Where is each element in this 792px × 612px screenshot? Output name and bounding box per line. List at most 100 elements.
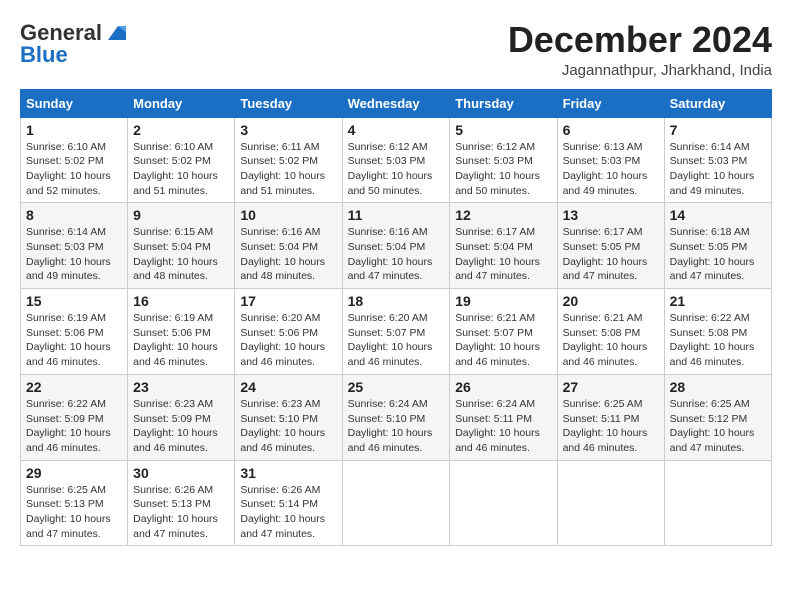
day-number: 17 [240,293,336,309]
day-number: 30 [133,465,229,481]
day-cell: 5 Sunrise: 6:12 AM Sunset: 5:03 PM Dayli… [450,117,557,203]
day-info: Sunrise: 6:14 AM Sunset: 5:03 PM Dayligh… [26,225,122,284]
week-row-3: 15 Sunrise: 6:19 AM Sunset: 5:06 PM Dayl… [21,289,772,375]
header-sunday: Sunday [21,89,128,117]
day-cell: 25 Sunrise: 6:24 AM Sunset: 5:10 PM Dayl… [342,374,450,460]
day-cell [450,460,557,546]
page-header: General Blue December 2024 Jagannathpur,… [20,20,772,79]
day-cell: 21 Sunrise: 6:22 AM Sunset: 5:08 PM Dayl… [664,289,771,375]
header-tuesday: Tuesday [235,89,342,117]
day-info: Sunrise: 6:22 AM Sunset: 5:09 PM Dayligh… [26,397,122,456]
day-cell: 16 Sunrise: 6:19 AM Sunset: 5:06 PM Dayl… [128,289,235,375]
month-title: December 2024 [508,20,772,60]
day-cell: 20 Sunrise: 6:21 AM Sunset: 5:08 PM Dayl… [557,289,664,375]
day-number: 9 [133,207,229,223]
day-cell: 28 Sunrise: 6:25 AM Sunset: 5:12 PM Dayl… [664,374,771,460]
day-number: 3 [240,122,336,138]
day-cell: 24 Sunrise: 6:23 AM Sunset: 5:10 PM Dayl… [235,374,342,460]
day-info: Sunrise: 6:26 AM Sunset: 5:14 PM Dayligh… [240,483,336,542]
day-number: 22 [26,379,122,395]
day-info: Sunrise: 6:22 AM Sunset: 5:08 PM Dayligh… [670,311,766,370]
day-info: Sunrise: 6:15 AM Sunset: 5:04 PM Dayligh… [133,225,229,284]
day-info: Sunrise: 6:16 AM Sunset: 5:04 PM Dayligh… [240,225,336,284]
day-number: 15 [26,293,122,309]
day-number: 24 [240,379,336,395]
day-cell: 30 Sunrise: 6:26 AM Sunset: 5:13 PM Dayl… [128,460,235,546]
logo: General Blue [20,20,126,68]
day-cell: 10 Sunrise: 6:16 AM Sunset: 5:04 PM Dayl… [235,203,342,289]
day-info: Sunrise: 6:12 AM Sunset: 5:03 PM Dayligh… [455,140,551,199]
day-number: 1 [26,122,122,138]
day-info: Sunrise: 6:10 AM Sunset: 5:02 PM Dayligh… [26,140,122,199]
day-cell: 12 Sunrise: 6:17 AM Sunset: 5:04 PM Dayl… [450,203,557,289]
day-info: Sunrise: 6:20 AM Sunset: 5:07 PM Dayligh… [348,311,445,370]
day-number: 18 [348,293,445,309]
calendar-table: SundayMondayTuesdayWednesdayThursdayFrid… [20,89,772,547]
day-number: 23 [133,379,229,395]
location: Jagannathpur, Jharkhand, India [508,62,772,79]
day-info: Sunrise: 6:20 AM Sunset: 5:06 PM Dayligh… [240,311,336,370]
day-number: 11 [348,207,445,223]
day-info: Sunrise: 6:14 AM Sunset: 5:03 PM Dayligh… [670,140,766,199]
day-number: 2 [133,122,229,138]
week-row-4: 22 Sunrise: 6:22 AM Sunset: 5:09 PM Dayl… [21,374,772,460]
day-cell [342,460,450,546]
day-info: Sunrise: 6:17 AM Sunset: 5:05 PM Dayligh… [563,225,659,284]
header-thursday: Thursday [450,89,557,117]
day-cell: 27 Sunrise: 6:25 AM Sunset: 5:11 PM Dayl… [557,374,664,460]
logo-blue: Blue [20,42,68,68]
day-cell [664,460,771,546]
day-number: 31 [240,465,336,481]
day-info: Sunrise: 6:12 AM Sunset: 5:03 PM Dayligh… [348,140,445,199]
title-block: December 2024 Jagannathpur, Jharkhand, I… [508,20,772,79]
day-number: 13 [563,207,659,223]
day-cell: 3 Sunrise: 6:11 AM Sunset: 5:02 PM Dayli… [235,117,342,203]
header-friday: Friday [557,89,664,117]
day-info: Sunrise: 6:11 AM Sunset: 5:02 PM Dayligh… [240,140,336,199]
day-number: 6 [563,122,659,138]
header-wednesday: Wednesday [342,89,450,117]
day-info: Sunrise: 6:26 AM Sunset: 5:13 PM Dayligh… [133,483,229,542]
day-number: 21 [670,293,766,309]
day-cell: 22 Sunrise: 6:22 AM Sunset: 5:09 PM Dayl… [21,374,128,460]
day-info: Sunrise: 6:17 AM Sunset: 5:04 PM Dayligh… [455,225,551,284]
day-info: Sunrise: 6:13 AM Sunset: 5:03 PM Dayligh… [563,140,659,199]
day-number: 29 [26,465,122,481]
day-info: Sunrise: 6:25 AM Sunset: 5:13 PM Dayligh… [26,483,122,542]
week-row-5: 29 Sunrise: 6:25 AM Sunset: 5:13 PM Dayl… [21,460,772,546]
day-cell: 4 Sunrise: 6:12 AM Sunset: 5:03 PM Dayli… [342,117,450,203]
day-cell: 17 Sunrise: 6:20 AM Sunset: 5:06 PM Dayl… [235,289,342,375]
calendar-header-row: SundayMondayTuesdayWednesdayThursdayFrid… [21,89,772,117]
day-info: Sunrise: 6:21 AM Sunset: 5:07 PM Dayligh… [455,311,551,370]
day-cell: 15 Sunrise: 6:19 AM Sunset: 5:06 PM Dayl… [21,289,128,375]
day-cell: 2 Sunrise: 6:10 AM Sunset: 5:02 PM Dayli… [128,117,235,203]
day-cell: 29 Sunrise: 6:25 AM Sunset: 5:13 PM Dayl… [21,460,128,546]
day-number: 4 [348,122,445,138]
day-cell: 18 Sunrise: 6:20 AM Sunset: 5:07 PM Dayl… [342,289,450,375]
day-cell: 19 Sunrise: 6:21 AM Sunset: 5:07 PM Dayl… [450,289,557,375]
day-number: 14 [670,207,766,223]
day-cell: 9 Sunrise: 6:15 AM Sunset: 5:04 PM Dayli… [128,203,235,289]
header-saturday: Saturday [664,89,771,117]
day-cell: 8 Sunrise: 6:14 AM Sunset: 5:03 PM Dayli… [21,203,128,289]
day-cell: 1 Sunrise: 6:10 AM Sunset: 5:02 PM Dayli… [21,117,128,203]
day-info: Sunrise: 6:24 AM Sunset: 5:11 PM Dayligh… [455,397,551,456]
day-number: 12 [455,207,551,223]
day-number: 27 [563,379,659,395]
day-cell: 13 Sunrise: 6:17 AM Sunset: 5:05 PM Dayl… [557,203,664,289]
day-number: 10 [240,207,336,223]
day-cell [557,460,664,546]
day-number: 28 [670,379,766,395]
day-cell: 6 Sunrise: 6:13 AM Sunset: 5:03 PM Dayli… [557,117,664,203]
logo-icon [104,22,126,44]
day-info: Sunrise: 6:18 AM Sunset: 5:05 PM Dayligh… [670,225,766,284]
day-info: Sunrise: 6:24 AM Sunset: 5:10 PM Dayligh… [348,397,445,456]
day-number: 25 [348,379,445,395]
day-info: Sunrise: 6:19 AM Sunset: 5:06 PM Dayligh… [133,311,229,370]
day-info: Sunrise: 6:23 AM Sunset: 5:10 PM Dayligh… [240,397,336,456]
day-number: 16 [133,293,229,309]
week-row-1: 1 Sunrise: 6:10 AM Sunset: 5:02 PM Dayli… [21,117,772,203]
day-info: Sunrise: 6:23 AM Sunset: 5:09 PM Dayligh… [133,397,229,456]
day-number: 26 [455,379,551,395]
day-cell: 31 Sunrise: 6:26 AM Sunset: 5:14 PM Dayl… [235,460,342,546]
